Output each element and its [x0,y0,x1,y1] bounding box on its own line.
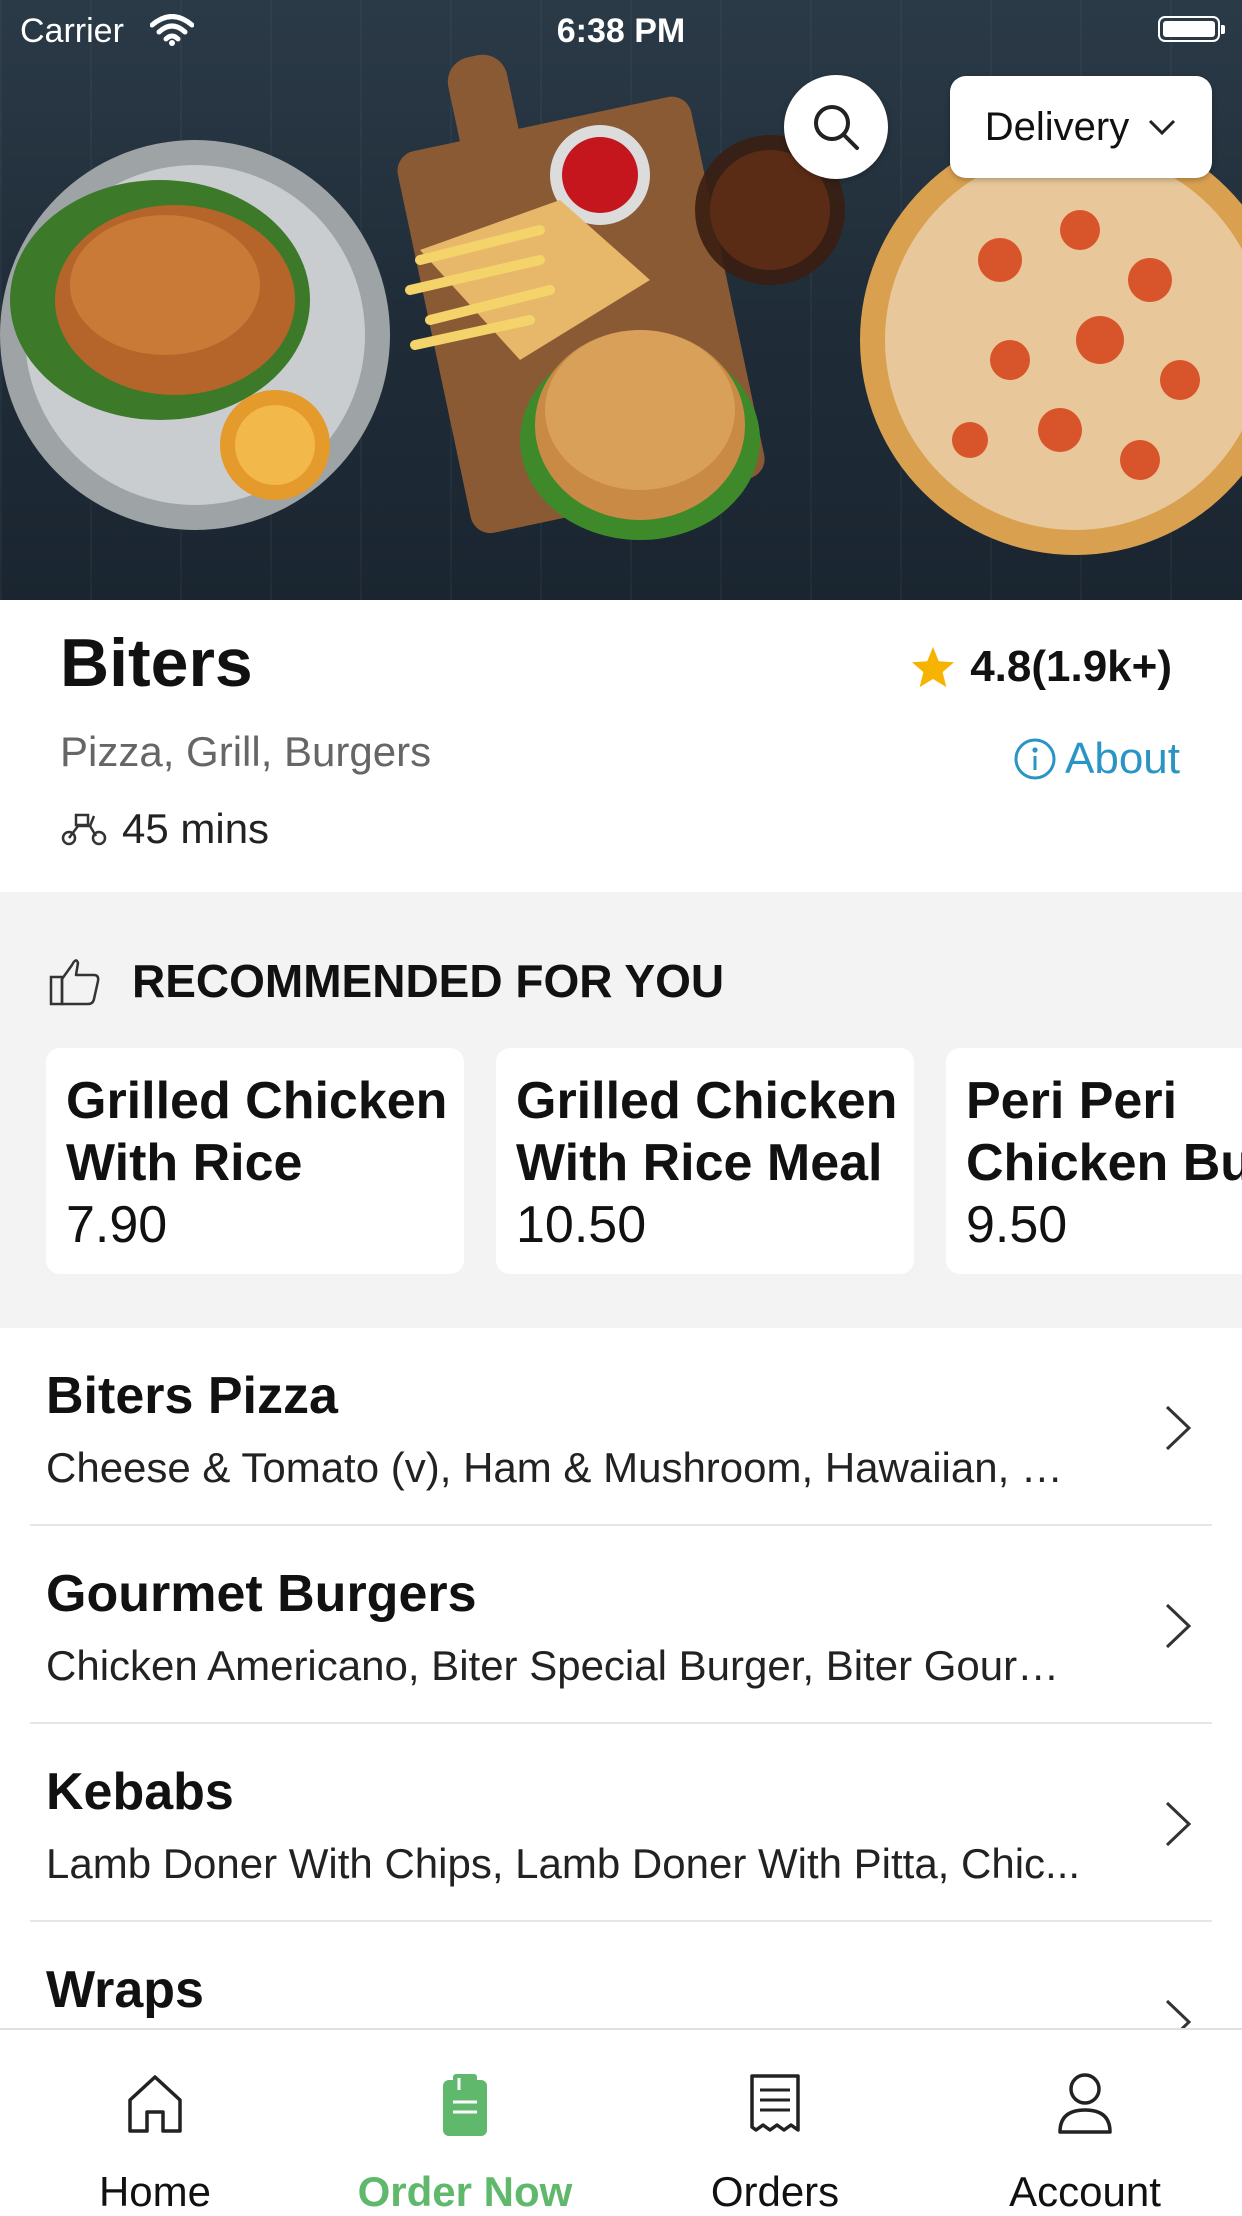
delivery-mode-dropdown[interactable]: Delivery [950,76,1212,178]
hero-banner: Carrier 6:38 PM Delivery [0,0,1242,600]
category-title: Kebabs [46,1763,234,1821]
chevron-right-icon [1165,1603,1192,1649]
chevron-right-icon [1165,1999,1192,2028]
tab-label: Home [98,2168,212,2215]
restaurant-cuisine: Pizza, Grill, Burgers [60,728,432,775]
recommended-item-name: Chicken Burger [966,1134,1242,1192]
info-icon [1014,738,1056,780]
chevron-down-icon [1149,119,1176,136]
order-now-icon [443,2074,487,2136]
recommended-header: RECOMMENDED FOR YOU [48,954,724,1008]
category-title: Gourmet Burgers [46,1565,477,1623]
rating-value: 4.8(1.9k+) [970,642,1172,691]
recommended-item-name: Peri Peri [966,1072,1178,1130]
scooter-icon [61,813,107,846]
chevron-right-icon [1165,1801,1192,1847]
recommended-item-price: 10.50 [516,1196,647,1254]
tab-account[interactable]: Account [930,2030,1240,2215]
recommended-item-price: 9.50 [966,1196,1068,1254]
delivery-time-value: 45 mins [122,805,270,852]
tab-label: Account [1009,2168,1161,2215]
status-bar: Carrier 6:38 PM [0,0,1242,64]
category-description: Chicken Americano, Biter Special Burger,… [46,1642,1086,1689]
chevron-right-icon [1165,1405,1192,1451]
category-description: Cheese & Tomato (v), Ham & Mushroom, Haw… [46,1444,1086,1491]
recommended-section: RECOMMENDED FOR YOU Grilled Chicken With… [0,892,1242,1328]
search-button[interactable] [784,75,888,179]
account-icon [1058,2073,1112,2134]
recommended-item-name: With Rice [66,1134,303,1192]
thumbs-up-icon [49,959,100,1006]
restaurant-rating: 4.8(1.9k+) [910,642,1172,692]
category-title: Biters Pizza [46,1367,338,1425]
restaurant-info: Biters 4.8(1.9k+) Pizza, Grill, Burgers … [0,600,1242,892]
receipt-icon [750,2074,800,2132]
category-title: Wraps [46,1961,204,2019]
bottom-tab-bar: Home Order Now Orders Account [0,2028,1242,2215]
search-icon [814,105,859,150]
recommended-title: RECOMMENDED FOR YOU [132,955,725,1007]
about-link[interactable]: About [1013,734,1180,784]
tab-label: Order Now [357,2168,573,2215]
delivery-mode-label: Delivery [984,104,1130,149]
tab-label: Orders [710,2168,840,2215]
delivery-time: 45 mins [60,805,269,853]
menu-category-kebabs[interactable]: Kebabs Lamb Doner With Chips, Lamb Doner… [0,1724,1242,1922]
recommended-item-card[interactable]: Grilled Chicken With Rice Meal 10.50 [496,1048,914,1274]
menu-category-biters-pizza[interactable]: Biters Pizza Cheese & Tomato (v), Ham & … [0,1328,1242,1526]
battery-icon [1158,16,1225,42]
tab-home[interactable]: Home [0,2030,310,2215]
home-icon [128,2075,182,2133]
menu-category-list: Biters Pizza Cheese & Tomato (v), Ham & … [0,1328,1242,2028]
recommended-item-card[interactable]: Grilled Chicken With Rice 7.90 [46,1048,464,1274]
status-time: 6:38 PM [556,12,686,50]
tab-orders[interactable]: Orders [620,2030,930,2215]
recommended-item-name: Grilled Chicken [66,1072,448,1130]
category-description: Lamb Doner With Chips, Lamb Doner With P… [46,1840,1081,1887]
restaurant-name: Biters [60,625,253,701]
recommended-item-name: Grilled Chicken [516,1072,898,1130]
about-label: About [1065,734,1180,783]
menu-category-wraps[interactable]: Wraps [0,1922,1242,2028]
recommended-item-card[interactable]: Peri Peri Chicken Burger 9.50 [946,1048,1242,1274]
recommended-item-price: 7.90 [66,1196,168,1254]
recommended-item-name: With Rice Meal [516,1134,883,1192]
tab-order-now[interactable]: Order Now [310,2030,620,2215]
star-icon [912,646,955,688]
menu-category-gourmet-burgers[interactable]: Gourmet Burgers Chicken Americano, Biter… [0,1526,1242,1724]
